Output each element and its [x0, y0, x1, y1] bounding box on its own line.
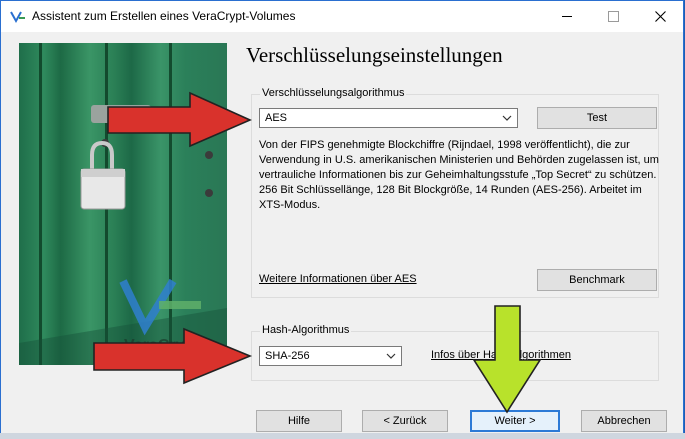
benchmark-button[interactable]: Benchmark — [537, 269, 657, 291]
back-button[interactable]: < Zurück — [362, 410, 448, 432]
minimize-icon — [562, 16, 572, 17]
hash-algorithm-label: Hash-Algorithmus — [260, 324, 352, 336]
hash-algorithms-info-link[interactable]: Infos über Hash-Algorithmen — [431, 349, 571, 361]
more-info-aes-link[interactable]: Weitere Informationen über AES — [259, 273, 417, 285]
chevron-down-icon — [383, 348, 399, 364]
encryption-algorithm-label: Verschlüsselungsalgorithmus — [260, 87, 407, 99]
maximize-icon — [607, 11, 619, 22]
veracrypt-brand-text: VeraCrypt — [124, 337, 200, 354]
test-button[interactable]: Test — [537, 107, 657, 129]
next-button[interactable]: Weiter > — [470, 410, 560, 432]
chevron-down-icon — [499, 110, 515, 126]
wizard-window: Assistent zum Erstellen eines VeraCrypt-… — [0, 0, 684, 439]
taskbar-strip — [0, 433, 685, 439]
page-title: Verschlüsselungseinstellungen — [246, 43, 503, 67]
help-button[interactable]: Hilfe — [256, 410, 342, 432]
close-icon — [654, 11, 666, 22]
encryption-algorithm-select[interactable]: AES — [259, 108, 518, 128]
close-button[interactable] — [637, 1, 683, 32]
veracrypt-logo-icon — [10, 11, 25, 24]
cancel-button[interactable]: Abbrechen — [581, 410, 667, 432]
encryption-description: Von der FIPS genehmigte Blockchiffre (Ri… — [259, 139, 659, 211]
hash-algorithm-value: SHA-256 — [265, 350, 310, 362]
encryption-algorithm-value: AES — [265, 112, 288, 124]
title-bar: Assistent zum Erstellen eines VeraCrypt-… — [1, 1, 683, 32]
minimize-button[interactable] — [544, 1, 590, 32]
maximize-button[interactable] — [590, 1, 636, 32]
window-title: Assistent zum Erstellen eines VeraCrypt-… — [32, 9, 296, 23]
hash-algorithm-select[interactable]: SHA-256 — [259, 346, 402, 366]
wizard-side-image: VeraCrypt — [19, 43, 227, 365]
padlock-icon — [19, 105, 227, 365]
